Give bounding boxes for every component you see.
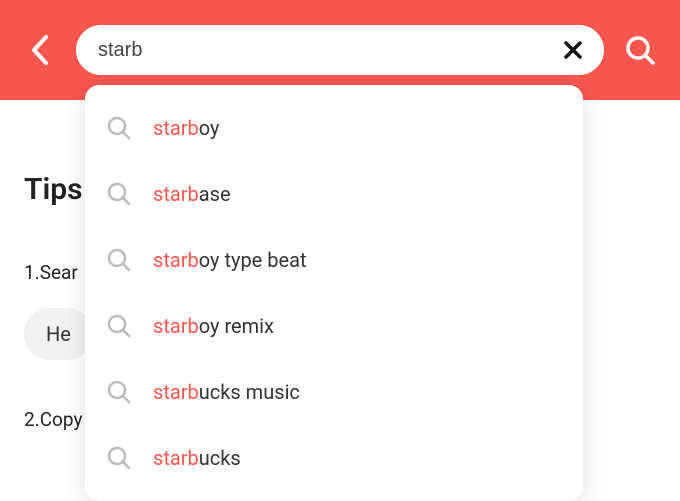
search-icon — [105, 246, 133, 274]
suggestion-highlight: starb — [153, 380, 199, 404]
close-icon — [562, 39, 584, 61]
suggestions-panel: starboystarbasestarboy type beatstarboy … — [85, 85, 583, 501]
suggestion-text: starboy — [153, 116, 220, 140]
chevron-left-icon — [29, 33, 51, 67]
search-icon — [105, 114, 133, 142]
suggestion-rest: oy remix — [199, 314, 274, 338]
suggestion-item[interactable]: starbucks — [85, 425, 583, 491]
suggestion-text: starboy remix — [153, 314, 274, 338]
suggestion-text: starboy type beat — [153, 248, 307, 272]
suggestion-text: starbucks — [153, 446, 241, 470]
suggestion-item[interactable]: starboy — [85, 95, 583, 161]
suggestion-highlight: starb — [153, 248, 199, 272]
search-icon — [105, 444, 133, 472]
suggestion-chip[interactable]: He — [24, 308, 93, 360]
search-box — [76, 25, 604, 75]
search-icon — [624, 34, 656, 66]
suggestion-item[interactable]: starboy type beat — [85, 227, 583, 293]
suggestion-item[interactable]: starboy remix — [85, 293, 583, 359]
suggestion-item[interactable]: starbucks music — [85, 359, 583, 425]
suggestion-rest: ucks music — [199, 380, 300, 404]
suggestion-text: starbase — [153, 182, 231, 206]
search-button[interactable] — [620, 30, 660, 70]
search-icon — [105, 312, 133, 340]
suggestion-highlight: starb — [153, 116, 199, 140]
suggestion-rest: oy — [199, 116, 220, 140]
search-icon — [105, 378, 133, 406]
suggestion-highlight: starb — [153, 182, 199, 206]
back-button[interactable] — [20, 30, 60, 70]
suggestion-item[interactable]: starbase — [85, 161, 583, 227]
suggestion-rest: oy type beat — [199, 248, 307, 272]
suggestion-text: starbucks music — [153, 380, 300, 404]
suggestion-rest: ase — [199, 182, 231, 206]
suggestion-highlight: starb — [153, 314, 199, 338]
suggestion-highlight: starb — [153, 446, 199, 470]
clear-search-button[interactable] — [556, 33, 590, 67]
suggestion-rest: ucks — [199, 446, 241, 470]
search-icon — [105, 180, 133, 208]
search-input[interactable] — [98, 39, 556, 62]
